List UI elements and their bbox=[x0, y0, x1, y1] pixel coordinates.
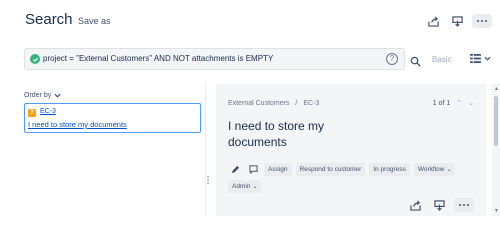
page-title: Search bbox=[25, 11, 73, 28]
assign-button[interactable]: Assign bbox=[264, 162, 292, 176]
header-actions bbox=[424, 14, 492, 28]
workflow-dropdown[interactable]: Workflow ⌄ bbox=[413, 162, 456, 176]
chevron-down-icon: ⌄ bbox=[446, 166, 452, 173]
panel-divider bbox=[205, 84, 206, 216]
share-icon bbox=[409, 199, 421, 211]
view-switcher[interactable] bbox=[470, 54, 491, 63]
next-issue-icon[interactable]: ⌄ bbox=[468, 99, 474, 107]
order-by-dropdown[interactable]: Order by bbox=[24, 92, 202, 99]
search-bar: project = "External Customers" AND NOT a… bbox=[0, 44, 500, 72]
more-actions-button[interactable] bbox=[454, 198, 474, 212]
share-button[interactable] bbox=[406, 198, 424, 212]
issue-detail-panel: External Customers / EC-3 1 of 1 ⌃ ⌄ I n… bbox=[216, 84, 486, 216]
issue-actions: Assign Respond to customer In progress W… bbox=[228, 162, 478, 193]
help-icon[interactable]: ? bbox=[386, 53, 398, 65]
scrollbar-thumb[interactable] bbox=[494, 96, 498, 146]
jql-query-text: project = "External Customers" AND NOT a… bbox=[43, 54, 274, 63]
respond-to-customer-button[interactable]: Respond to customer bbox=[295, 162, 366, 176]
chevron-down-icon bbox=[54, 93, 61, 98]
comment-button[interactable] bbox=[246, 162, 260, 176]
admin-dropdown[interactable]: Admin ⌄ bbox=[228, 180, 262, 193]
breadcrumb: External Customers / EC-3 bbox=[228, 100, 319, 107]
export-icon bbox=[433, 199, 445, 211]
check-circle-icon bbox=[30, 54, 40, 64]
share-icon bbox=[427, 15, 439, 27]
chevron-down-icon bbox=[484, 56, 491, 61]
status-button[interactable]: In progress bbox=[369, 162, 410, 176]
detail-footer-actions bbox=[406, 198, 474, 212]
breadcrumb-issue-key[interactable]: EC-3 bbox=[303, 100, 319, 107]
export-button[interactable] bbox=[430, 198, 448, 212]
more-icon bbox=[477, 20, 479, 22]
save-as-link[interactable]: Save as bbox=[78, 16, 111, 26]
share-button[interactable] bbox=[424, 14, 442, 28]
issue-key-link[interactable]: EC-3 bbox=[40, 108, 56, 115]
page-header: Search Save as bbox=[0, 0, 500, 40]
chevron-down-icon: ⌄ bbox=[252, 184, 258, 190]
more-icon bbox=[459, 204, 461, 206]
service-request-icon: ? bbox=[28, 109, 36, 117]
list-item[interactable]: ? EC-3 I need to store my documents bbox=[24, 103, 201, 133]
scroll-up-icon[interactable]: ▲ bbox=[494, 86, 499, 92]
admin-label: Admin bbox=[232, 183, 251, 190]
workflow-label: Workflow bbox=[417, 165, 445, 173]
previous-issue-icon[interactable]: ⌃ bbox=[456, 99, 462, 107]
search-icon[interactable] bbox=[410, 54, 422, 67]
export-button[interactable] bbox=[448, 14, 466, 28]
breadcrumb-project[interactable]: External Customers bbox=[228, 100, 289, 107]
list-view-icon bbox=[470, 54, 481, 63]
resize-handle[interactable] bbox=[207, 176, 211, 186]
edit-icon bbox=[231, 165, 239, 173]
scroll-down-icon[interactable]: ▼ bbox=[494, 208, 499, 214]
jql-query-input[interactable]: project = "External Customers" AND NOT a… bbox=[24, 48, 405, 70]
results-list: Order by ? EC-3 I need to store my docum… bbox=[24, 92, 202, 133]
issue-title: I need to store my documents bbox=[228, 119, 325, 149]
export-icon bbox=[451, 15, 463, 27]
more-actions-button[interactable] bbox=[472, 14, 492, 28]
edit-button[interactable] bbox=[228, 162, 242, 176]
basic-search-link[interactable]: Basic bbox=[432, 55, 452, 64]
pager: 1 of 1 ⌃ ⌄ bbox=[432, 99, 474, 108]
issue-summary-link[interactable]: I need to store my documents bbox=[28, 120, 127, 129]
order-by-label: Order by bbox=[24, 92, 52, 99]
comment-icon bbox=[248, 164, 258, 174]
pager-count: 1 of 1 bbox=[432, 99, 451, 107]
breadcrumb-separator: / bbox=[295, 100, 298, 107]
